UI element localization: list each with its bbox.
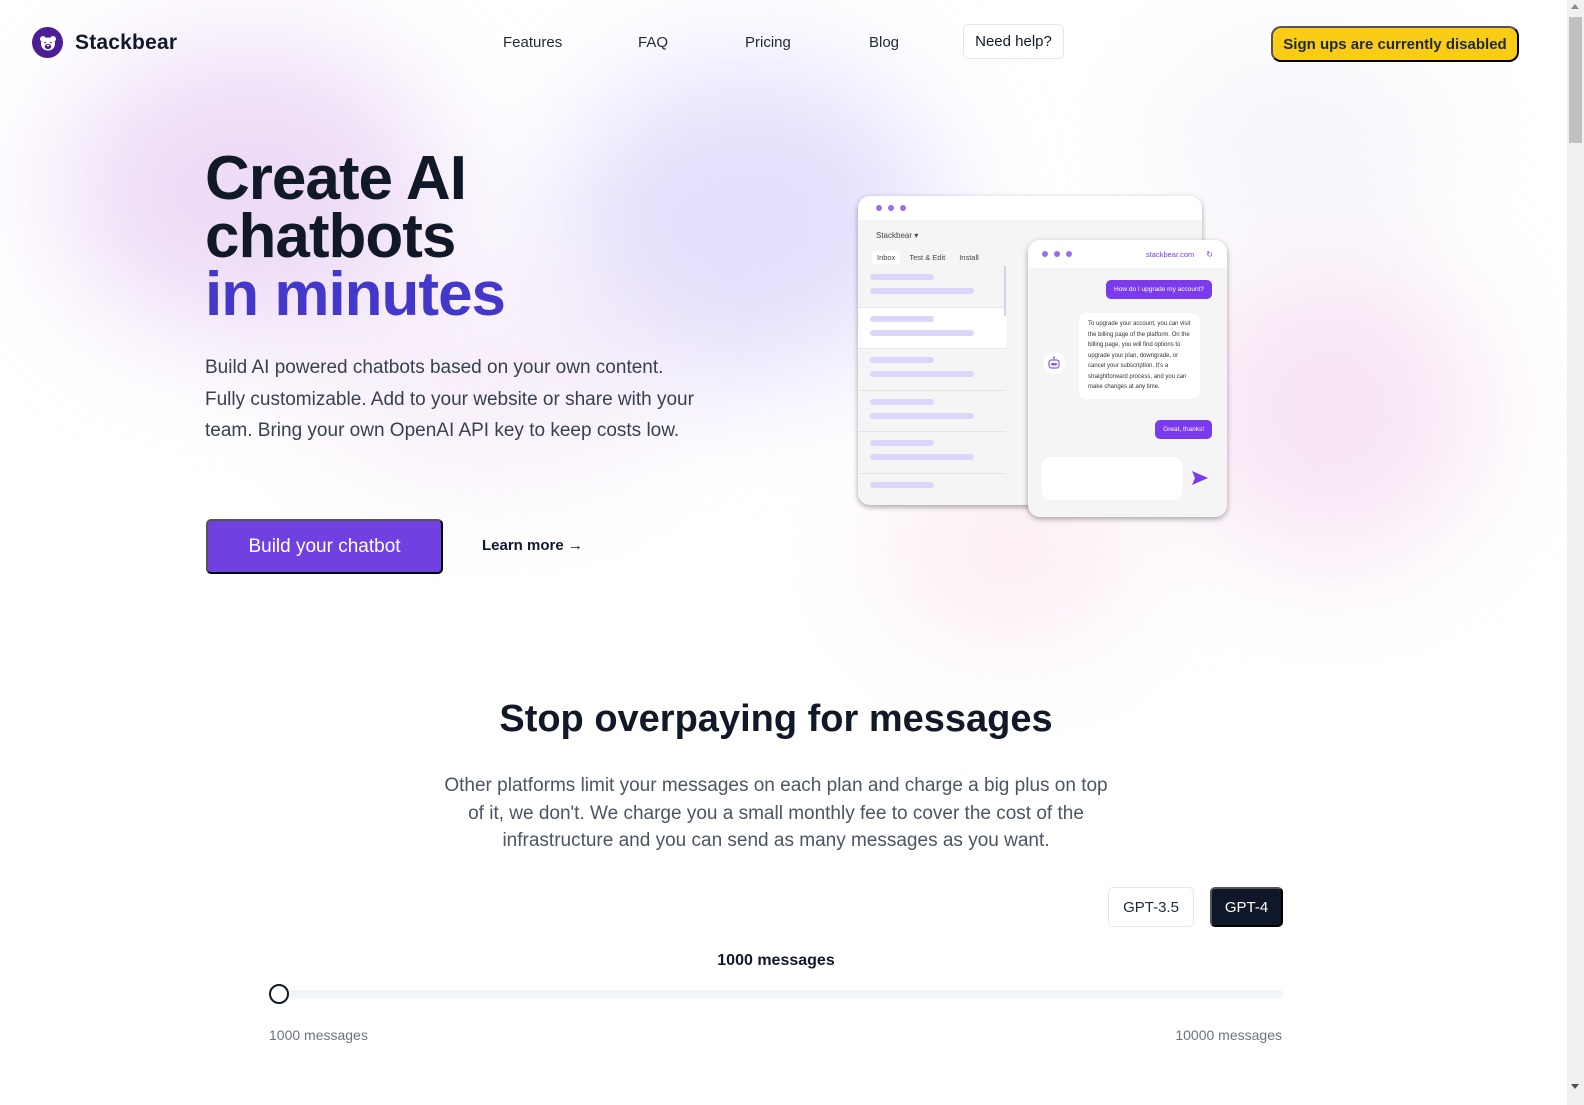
- mockup-brand: Stackbear ▾: [876, 231, 919, 240]
- refresh-icon: ↻: [1206, 249, 1213, 259]
- list-item: [858, 349, 1006, 391]
- slider-current-value: 1000 messages: [717, 952, 835, 969]
- chat-input-mockup: [1042, 457, 1182, 500]
- signup-disabled-button[interactable]: Sign ups are currently disabled: [1271, 26, 1519, 62]
- messages-slider-thumb[interactable]: [269, 984, 289, 1004]
- list-item: [858, 266, 1006, 308]
- need-help-button[interactable]: Need help?: [963, 24, 1064, 59]
- nav-link-blog[interactable]: Blog: [869, 34, 899, 51]
- mockup-tab-test-edit: Test & Edit: [909, 253, 946, 262]
- hero-title-accent: in minutes: [205, 260, 506, 329]
- page: Stackbear Features FAQ Pricing Blog Need…: [0, 0, 1584, 1105]
- robot-icon: [1043, 352, 1065, 374]
- nav-link-features[interactable]: Features: [503, 34, 562, 51]
- nav-link-faq[interactable]: FAQ: [638, 34, 668, 51]
- messages-slider-track[interactable]: [270, 990, 1283, 998]
- model-toggle-gpt35[interactable]: GPT-3.5: [1108, 887, 1194, 927]
- learn-more-link[interactable]: Learn more →: [482, 537, 583, 554]
- build-chatbot-button[interactable]: Build your chatbot: [206, 519, 443, 574]
- hero-title: Create AI chatbots in minutes: [205, 144, 506, 329]
- scrollbar-thumb[interactable]: [1569, 17, 1582, 143]
- mockup-tab-install: Install: [959, 253, 979, 262]
- mockup-tab-inbox: Inbox: [872, 251, 901, 264]
- hero-title-line1: Create AI: [205, 144, 467, 213]
- chat-widget-mockup: stackbear.com ↻ How do I upgrade my acco…: [1028, 240, 1227, 517]
- send-icon: [1191, 470, 1209, 491]
- scroll-down-arrow-icon[interactable]: [1571, 1084, 1579, 1089]
- bot-message: To upgrade your account, you can visit t…: [1079, 313, 1200, 399]
- mockup-tabs: Inbox Test & Edit Install: [872, 251, 984, 264]
- pricing-section-title: Stop overpaying for messages: [499, 698, 1053, 740]
- window-controls: [858, 196, 1202, 220]
- list-item: [858, 391, 1006, 432]
- model-toggle-gpt4[interactable]: GPT-4: [1210, 887, 1283, 927]
- pricing-section-description: Other platforms limit your messages on e…: [444, 775, 1108, 851]
- slider-min-label: 1000 messages: [269, 1027, 368, 1043]
- chat-topbar: stackbear.com ↻: [1028, 240, 1227, 268]
- mockup-url: stackbear.com: [1145, 249, 1195, 259]
- hero-title-line2: chatbots: [205, 202, 456, 271]
- list-item: [858, 474, 1006, 506]
- list-item: [858, 432, 1006, 474]
- user-message: How do I upgrade my account?: [1106, 280, 1212, 299]
- mockup-conversation-list: [858, 266, 1006, 505]
- slider-max-label: 10000 messages: [1175, 1027, 1282, 1043]
- user-message: Great, thanks!: [1155, 420, 1212, 439]
- page-scrollbar[interactable]: [1567, 0, 1584, 1105]
- hero-description: Build AI powered chatbots based on your …: [205, 357, 694, 441]
- nav-link-pricing[interactable]: Pricing: [745, 34, 791, 51]
- list-item: [858, 307, 1006, 349]
- mockup-scrollbar: [1004, 266, 1006, 316]
- scroll-up-arrow-icon[interactable]: [1571, 4, 1579, 9]
